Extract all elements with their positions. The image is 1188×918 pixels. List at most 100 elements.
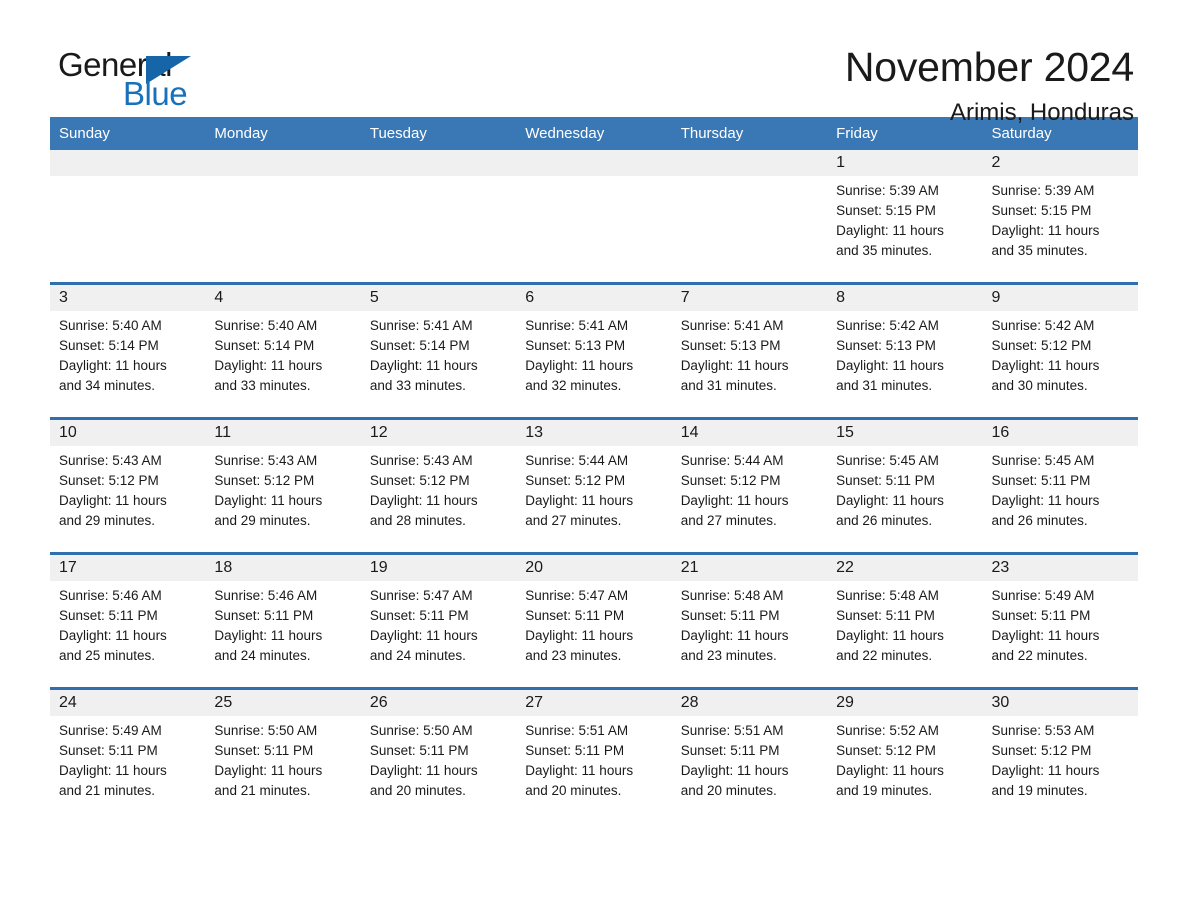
calendar-day-cell[interactable]: 3 Sunrise: 5:40 AM Sunset: 5:14 PM Daylight…	[50, 282, 206, 419]
day-number-band: 30	[982, 690, 1138, 716]
sunrise-text: Sunrise: 5:41 AM	[680, 318, 784, 333]
day-cell-inner: 17 Sunrise: 5:46 AM Sunset: 5:11 PM Dayligh…	[50, 555, 206, 687]
daylight-text-line2: and 35 minutes.	[991, 243, 1088, 258]
calendar-day-cell[interactable]: 5 Sunrise: 5:41 AM Sunset: 5:14 PM Daylight…	[360, 282, 517, 419]
day-cell-inner	[671, 150, 828, 282]
calendar-week-row: 3 Sunrise: 5:40 AM Sunset: 5:14 PM Daylight…	[50, 282, 1138, 419]
day-number-band: 27	[516, 690, 672, 716]
calendar-day-cell[interactable]: 14 Sunrise: 5:44 AM Sunset: 5:12 PM Dayligh…	[671, 417, 828, 554]
calendar-day-cell[interactable]: 30 Sunrise: 5:53 AM Sunset: 5:12 PM Dayligh…	[982, 687, 1138, 822]
calendar-day-cell[interactable]: 4 Sunrise: 5:40 AM Sunset: 5:14 PM Daylight…	[205, 282, 361, 419]
calendar-day-cell[interactable]: 29 Sunrise: 5:52 AM Sunset: 5:12 PM Dayligh…	[827, 687, 983, 822]
calendar-day-cell-empty	[205, 150, 361, 284]
calendar-day-cell[interactable]: 6 Sunrise: 5:41 AM Sunset: 5:13 PM Daylight…	[516, 282, 672, 419]
day-number: 22	[836, 559, 854, 576]
day-number: 28	[680, 694, 699, 711]
day-number: 13	[525, 424, 544, 441]
day-number: 21	[680, 559, 699, 576]
calendar-day-cell[interactable]: 22 Sunrise: 5:48 AM Sunset: 5:11 PM Dayligh…	[827, 552, 983, 689]
sunrise-sunset-calendar-table: Sunday Monday Tuesday Wednesday Thursday Frid…	[50, 117, 1138, 822]
daylight-text-line1: Daylight: 11 hours	[59, 358, 167, 373]
daylight-text-line2: and 27 minutes.	[680, 513, 777, 528]
sunset-text: Sunset: 5:14 PM	[59, 338, 159, 353]
calendar-day-cell[interactable]: 12 Sunrise: 5:43 AM Sunset: 5:12 PM Dayligh…	[360, 417, 517, 554]
calendar-day-cell[interactable]: 24 Sunrise: 5:49 AM Sunset: 5:11 PM Dayligh…	[50, 687, 206, 822]
calendar-day-cell[interactable]: 21 Sunrise: 5:48 AM Sunset: 5:11 PM Dayligh…	[671, 552, 828, 689]
sunrise-text: Sunrise: 5:43 AM	[59, 453, 162, 468]
day-number-band: 29	[827, 690, 983, 716]
sunset-text: Sunset: 5:13 PM	[836, 338, 936, 353]
weekday-header-sunday: Sunday	[50, 117, 206, 150]
calendar-day-cell[interactable]: 11 Sunrise: 5:43 AM Sunset: 5:12 PM Dayligh…	[205, 417, 361, 554]
sunset-text: Sunset: 5:11 PM	[369, 743, 469, 758]
day-number-band: 19	[360, 555, 517, 581]
day-details: Sunrise: 5:46 AM Sunset: 5:11 PM Daylight:…	[50, 581, 205, 666]
day-number: 2	[991, 154, 1001, 171]
daylight-text-line1: Daylight: 11 hours	[214, 358, 323, 373]
sunset-text: Sunset: 5:12 PM	[59, 473, 159, 488]
day-cell-inner: 5 Sunrise: 5:41 AM Sunset: 5:14 PM Daylight…	[360, 285, 517, 417]
daylight-text-line2: and 25 minutes.	[59, 648, 156, 663]
calendar-day-cell[interactable]: 10 Sunrise: 5:43 AM Sunset: 5:12 PM Dayligh…	[50, 417, 206, 554]
calendar-day-cell[interactable]: 26 Sunrise: 5:50 AM Sunset: 5:11 PM Dayligh…	[360, 687, 517, 822]
calendar-day-cell[interactable]: 19 Sunrise: 5:47 AM Sunset: 5:11 PM Dayligh…	[360, 552, 517, 689]
daylight-text-line1: Daylight: 11 hours	[836, 628, 944, 643]
sunrise-text: Sunrise: 5:47 AM	[369, 588, 473, 603]
daylight-text-line1: Daylight: 11 hours	[369, 358, 478, 373]
day-cell-inner: 12 Sunrise: 5:43 AM Sunset: 5:12 PM Dayligh…	[360, 420, 517, 552]
sunset-text: Sunset: 5:14 PM	[214, 338, 315, 353]
weekday-header-wednesday: Wednesday	[516, 117, 672, 150]
sunrise-text: Sunrise: 5:51 AM	[525, 723, 629, 738]
calendar-day-cell[interactable]: 28 Sunrise: 5:51 AM Sunset: 5:11 PM Dayligh…	[671, 687, 828, 822]
daylight-text-line2: and 29 minutes.	[214, 513, 311, 528]
day-details: Sunrise: 5:51 AM Sunset: 5:11 PM Daylight:…	[672, 716, 827, 801]
calendar-day-cell[interactable]: 23 Sunrise: 5:49 AM Sunset: 5:11 PM Dayligh…	[982, 552, 1138, 689]
day-number: 25	[214, 694, 233, 711]
calendar-day-cell[interactable]: 8 Sunrise: 5:42 AM Sunset: 5:13 PM Daylight…	[827, 282, 983, 419]
calendar-day-cell-empty	[516, 150, 672, 284]
calendar-day-cell[interactable]: 9 Sunrise: 5:42 AM Sunset: 5:12 PM Daylight…	[982, 282, 1138, 419]
calendar-day-cell[interactable]: 13 Sunrise: 5:44 AM Sunset: 5:12 PM Dayligh…	[516, 417, 672, 554]
daylight-text-line1: Daylight: 11 hours	[525, 493, 634, 508]
day-details: Sunrise: 5:40 AM Sunset: 5:14 PM Daylight:…	[50, 311, 205, 396]
daylight-text-line2: and 24 minutes.	[369, 648, 466, 663]
day-number-band: 7	[671, 285, 828, 311]
day-cell-inner: 20 Sunrise: 5:47 AM Sunset: 5:11 PM Dayligh…	[516, 555, 672, 687]
sunset-text: Sunset: 5:12 PM	[214, 473, 315, 488]
day-cell-inner	[205, 150, 361, 282]
sunset-text: Sunset: 5:15 PM	[836, 203, 936, 218]
daylight-text-line2: and 30 minutes.	[991, 378, 1088, 393]
sunrise-text: Sunrise: 5:45 AM	[991, 453, 1095, 468]
sunrise-text: Sunrise: 5:49 AM	[59, 723, 162, 738]
daylight-text-line1: Daylight: 11 hours	[680, 763, 789, 778]
calendar-day-cell-empty	[671, 150, 828, 284]
day-cell-inner: 7 Sunrise: 5:41 AM Sunset: 5:13 PM Daylight…	[671, 285, 828, 417]
calendar-day-cell[interactable]: 15 Sunrise: 5:45 AM Sunset: 5:11 PM Dayligh…	[827, 417, 983, 554]
calendar-day-cell[interactable]: 25 Sunrise: 5:50 AM Sunset: 5:11 PM Dayligh…	[205, 687, 361, 822]
sunrise-text: Sunrise: 5:48 AM	[836, 588, 939, 603]
day-details: Sunrise: 5:51 AM Sunset: 5:11 PM Daylight:…	[516, 716, 671, 801]
calendar-day-cell[interactable]: 1 Sunrise: 5:39 AM Sunset: 5:15 PM Daylight…	[827, 150, 983, 284]
day-number: 4	[214, 289, 224, 306]
calendar-day-cell[interactable]: 2 Sunrise: 5:39 AM Sunset: 5:15 PM Daylight…	[982, 150, 1138, 284]
daylight-text-line2: and 34 minutes.	[59, 378, 156, 393]
sunset-text: Sunset: 5:12 PM	[369, 473, 470, 488]
sunset-text: Sunset: 5:13 PM	[680, 338, 781, 353]
daylight-text-line2: and 19 minutes.	[991, 783, 1088, 798]
day-number-band: 14	[671, 420, 828, 446]
day-details: Sunrise: 5:44 AM Sunset: 5:12 PM Daylight:…	[516, 446, 671, 531]
day-number-band	[516, 150, 672, 176]
general-blue-logo[interactable]: General Blue	[50, 46, 210, 116]
calendar-day-cell[interactable]: 17 Sunrise: 5:46 AM Sunset: 5:11 PM Dayligh…	[50, 552, 206, 689]
calendar-day-cell[interactable]: 16 Sunrise: 5:45 AM Sunset: 5:11 PM Dayligh…	[982, 417, 1138, 554]
day-details: Sunrise: 5:45 AM Sunset: 5:11 PM Daylight:…	[827, 446, 982, 531]
day-number-band: 15	[827, 420, 983, 446]
day-details: Sunrise: 5:39 AM Sunset: 5:15 PM Daylight:…	[827, 176, 982, 261]
day-cell-inner: 22 Sunrise: 5:48 AM Sunset: 5:11 PM Dayligh…	[827, 555, 983, 687]
calendar-week-row: 1 Sunrise: 5:39 AM Sunset: 5:15 PM Daylight…	[50, 150, 1138, 284]
calendar-day-cell[interactable]: 27 Sunrise: 5:51 AM Sunset: 5:11 PM Dayligh…	[516, 687, 672, 822]
calendar-day-cell[interactable]: 7 Sunrise: 5:41 AM Sunset: 5:13 PM Daylight…	[671, 282, 828, 419]
calendar-day-cell[interactable]: 20 Sunrise: 5:47 AM Sunset: 5:11 PM Dayligh…	[516, 552, 672, 689]
day-cell-inner: 23 Sunrise: 5:49 AM Sunset: 5:11 PM Dayligh…	[982, 555, 1138, 687]
calendar-day-cell[interactable]: 18 Sunrise: 5:46 AM Sunset: 5:11 PM Dayligh…	[205, 552, 361, 689]
